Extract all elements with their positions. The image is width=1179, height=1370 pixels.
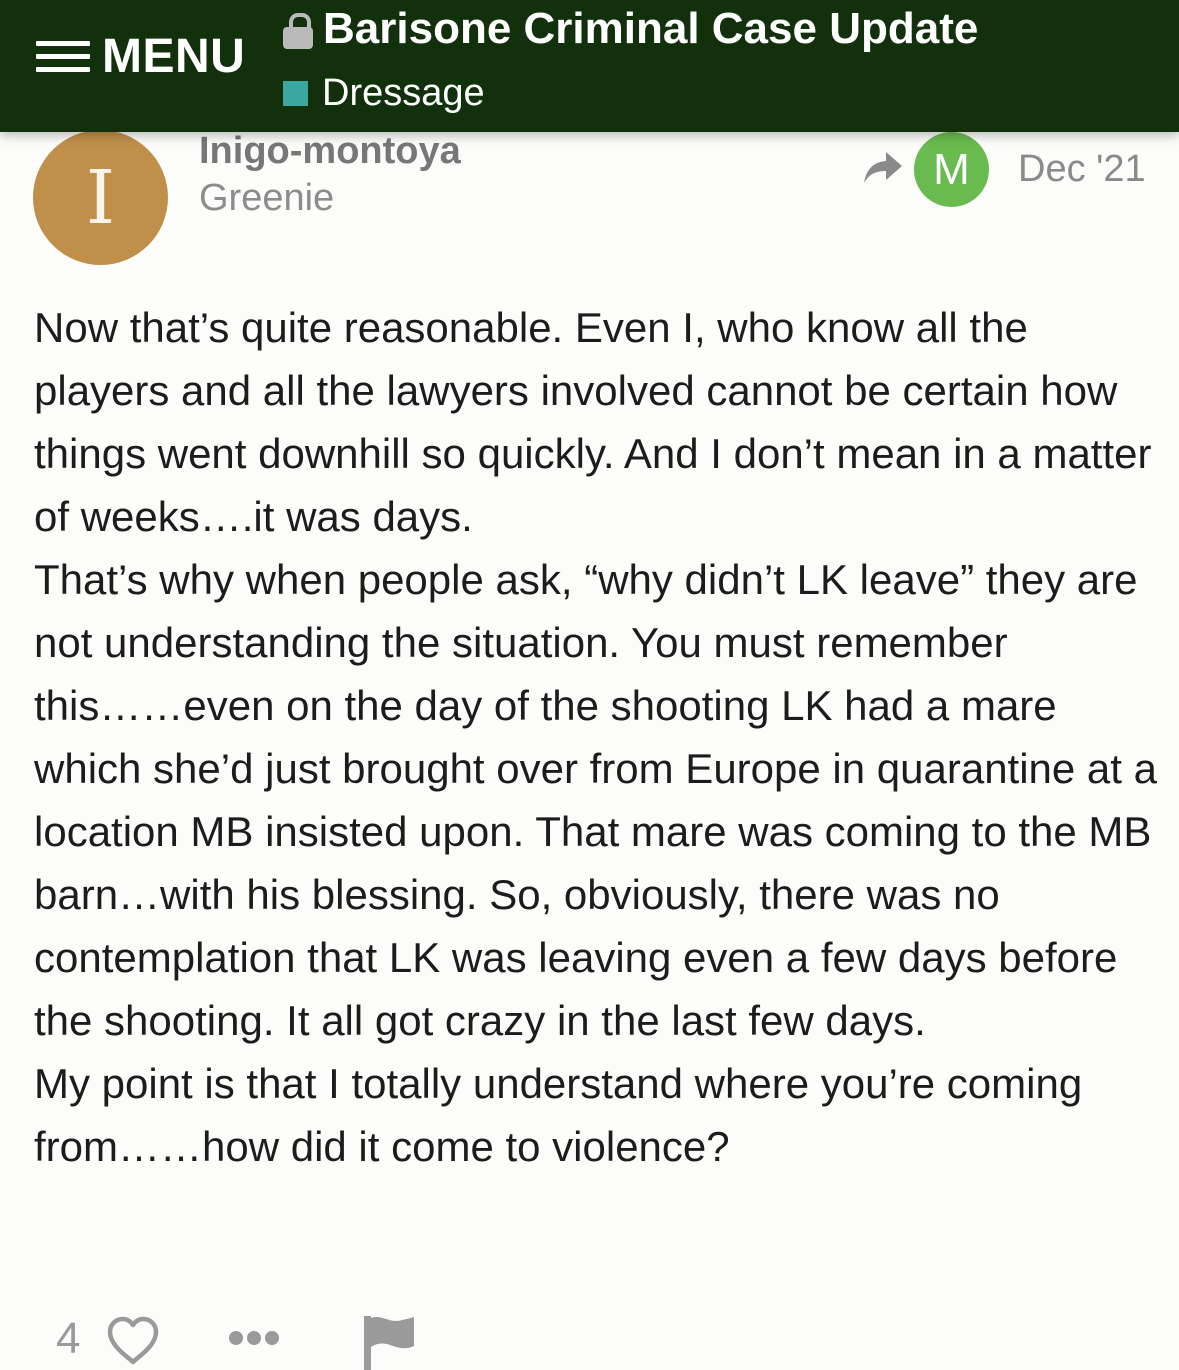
category-label[interactable]: Dressage [322, 72, 485, 115]
username[interactable]: Inigo-montoya [199, 130, 461, 173]
avatar-letter: I [85, 154, 116, 241]
post-body: Now that’s quite reasonable. Even I, who… [34, 296, 1164, 1178]
category-color-badge [283, 81, 308, 106]
heart-icon[interactable] [106, 1316, 160, 1366]
more-dots-icon[interactable] [228, 1328, 280, 1348]
top-header: MENU Barisone Criminal Case Update Dress… [0, 0, 1179, 132]
post-date[interactable]: Dec '21 [1018, 148, 1146, 191]
post-paragraph: My point is that I totally understand wh… [34, 1060, 1083, 1170]
menu-button[interactable]: MENU [36, 26, 245, 86]
post-paragraph: Now that’s quite reasonable. Even I, who… [34, 304, 1152, 540]
reply-to-avatar[interactable]: M [914, 132, 989, 207]
topic-title[interactable]: Barisone Criminal Case Update [323, 4, 978, 54]
reply-to-avatar-letter: M [933, 144, 970, 194]
flag-icon[interactable] [362, 1314, 416, 1370]
reply-arrow-icon[interactable] [862, 150, 904, 186]
user-title: Greenie [199, 177, 335, 219]
topic-title-row[interactable]: Barisone Criminal Case Update [283, 2, 978, 56]
hamburger-icon[interactable] [36, 37, 90, 75]
avatar[interactable]: I [33, 130, 168, 265]
post-paragraph: That’s why when people ask, “why didn’t … [34, 556, 1157, 1044]
category-link[interactable]: Dressage [283, 72, 485, 115]
lock-icon [283, 9, 313, 49]
menu-label[interactable]: MENU [102, 29, 245, 84]
like-count[interactable]: 4 [56, 1314, 80, 1364]
